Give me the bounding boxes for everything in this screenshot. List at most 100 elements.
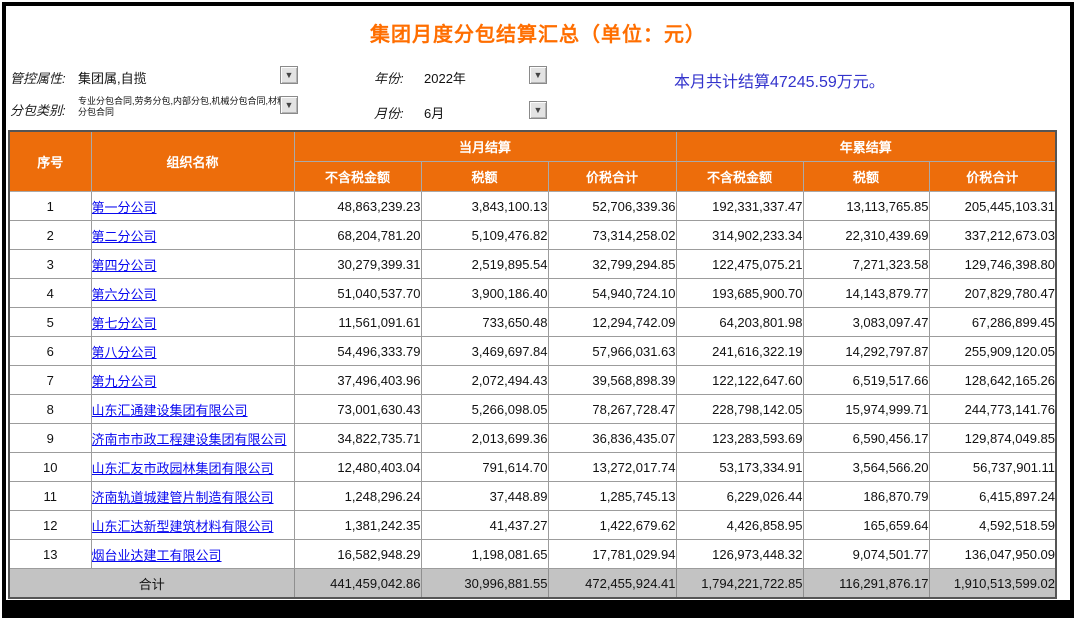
page-content: 集团月度分包结算汇总（单位：元） 管控属性: 集团属,自揽 ▼ 年份: 2022…	[6, 6, 1070, 600]
row-seq: 9	[9, 424, 91, 453]
org-link[interactable]: 山东汇通建设集团有限公司	[92, 403, 248, 418]
org-link[interactable]: 第七分公司	[92, 316, 157, 331]
header-year-total: 价税合计	[929, 162, 1056, 192]
org-link[interactable]: 烟台业达建工有限公司	[92, 548, 222, 563]
year-tax-cell: 3,083,097.47	[803, 308, 929, 337]
subcontract-type-dropdown[interactable]: ▼	[280, 96, 298, 114]
month-total-cell: 36,836,435.07	[548, 424, 676, 453]
header-month-excl-tax: 不含税金额	[294, 162, 421, 192]
year-tax-cell: 6,590,456.17	[803, 424, 929, 453]
year-tax-cell: 14,143,879.77	[803, 279, 929, 308]
header-seq: 序号	[9, 131, 91, 192]
month-total-cell: 39,568,898.39	[548, 366, 676, 395]
month-total-cell: 54,940,724.10	[548, 279, 676, 308]
row-seq: 2	[9, 221, 91, 250]
year-tax-cell: 6,519,517.66	[803, 366, 929, 395]
org-cell: 山东汇通建设集团有限公司	[91, 395, 294, 424]
month-excl-tax-cell: 34,822,735.71	[294, 424, 421, 453]
total-row: 合计 441,459,042.86 30,996,881.55 472,455,…	[9, 569, 1056, 599]
year-excl-tax-cell: 64,203,801.98	[676, 308, 803, 337]
month-label: 月份:	[374, 103, 404, 122]
year-tax-cell: 22,310,439.69	[803, 221, 929, 250]
table-row: 2 第二分公司 68,204,781.20 5,109,476.82 73,31…	[9, 221, 1056, 250]
year-excl-tax-cell: 122,475,075.21	[676, 250, 803, 279]
table-row: 8 山东汇通建设集团有限公司 73,001,630.43 5,266,098.0…	[9, 395, 1056, 424]
month-tax-cell: 3,843,100.13	[421, 192, 548, 221]
header-month-total: 价税合计	[548, 162, 676, 192]
org-link[interactable]: 山东汇达新型建筑材料有限公司	[92, 519, 274, 534]
month-tax-cell: 2,519,895.54	[421, 250, 548, 279]
total-year-tax: 116,291,876.17	[803, 569, 929, 599]
month-tax-cell: 2,072,494.43	[421, 366, 548, 395]
subcontract-type-value: 专业分包合同,劳务分包,内部分包,机械分包合同,材料分包合同	[78, 96, 286, 118]
year-total-cell: 56,737,901.11	[929, 453, 1056, 482]
table-row: 13 烟台业达建工有限公司 16,582,948.29 1,198,081.65…	[9, 540, 1056, 569]
total-month-tax: 30,996,881.55	[421, 569, 548, 599]
org-cell: 第一分公司	[91, 192, 294, 221]
row-seq: 3	[9, 250, 91, 279]
org-link[interactable]: 第一分公司	[92, 200, 157, 215]
header-year-excl-tax: 不含税金额	[676, 162, 803, 192]
month-excl-tax-cell: 1,248,296.24	[294, 482, 421, 511]
org-link[interactable]: 第八分公司	[92, 345, 157, 360]
month-total-cell: 73,314,258.02	[548, 221, 676, 250]
row-seq: 13	[9, 540, 91, 569]
month-dropdown[interactable]: ▼	[529, 101, 547, 119]
month-excl-tax-cell: 54,496,333.79	[294, 337, 421, 366]
org-link[interactable]: 济南轨道城建管片制造有限公司	[92, 490, 274, 505]
year-total-cell: 205,445,103.31	[929, 192, 1056, 221]
org-link[interactable]: 山东汇友市政园林集团有限公司	[92, 461, 274, 476]
month-total-cell: 57,966,031.63	[548, 337, 676, 366]
control-attr-value: 集团属,自揽	[78, 68, 147, 87]
header-month-tax: 税额	[421, 162, 548, 192]
total-label: 合计	[9, 569, 294, 599]
header-org: 组织名称	[91, 131, 294, 192]
month-excl-tax-cell: 48,863,239.23	[294, 192, 421, 221]
table-row: 7 第九分公司 37,496,403.96 2,072,494.43 39,56…	[9, 366, 1056, 395]
row-seq: 7	[9, 366, 91, 395]
year-tax-cell: 186,870.79	[803, 482, 929, 511]
page-frame: 集团月度分包结算汇总（单位：元） 管控属性: 集团属,自揽 ▼ 年份: 2022…	[2, 2, 1074, 618]
org-link[interactable]: 第六分公司	[92, 287, 157, 302]
control-attr-label: 管控属性:	[10, 68, 66, 87]
table-row: 11 济南轨道城建管片制造有限公司 1,248,296.24 37,448.89…	[9, 482, 1056, 511]
org-link[interactable]: 第二分公司	[92, 229, 157, 244]
year-excl-tax-cell: 314,902,233.34	[676, 221, 803, 250]
month-total-cell: 13,272,017.74	[548, 453, 676, 482]
year-total-cell: 128,642,165.26	[929, 366, 1056, 395]
month-total-cell: 1,285,745.13	[548, 482, 676, 511]
row-seq: 5	[9, 308, 91, 337]
year-dropdown[interactable]: ▼	[529, 66, 547, 84]
month-tax-cell: 37,448.89	[421, 482, 548, 511]
year-total-cell: 207,829,780.47	[929, 279, 1056, 308]
year-excl-tax-cell: 123,283,593.69	[676, 424, 803, 453]
chevron-down-icon: ▼	[534, 70, 543, 80]
year-total-cell: 129,874,049.85	[929, 424, 1056, 453]
settlement-table: 序号 组织名称 当月结算 年累结算 不含税金额 税额 价税合计 不含税金额 税额…	[8, 130, 1057, 599]
org-link[interactable]: 第四分公司	[92, 258, 157, 273]
org-cell: 第九分公司	[91, 366, 294, 395]
total-month-excl-tax: 441,459,042.86	[294, 569, 421, 599]
table-row: 9 济南市市政工程建设集团有限公司 34,822,735.71 2,013,69…	[9, 424, 1056, 453]
month-excl-tax-cell: 11,561,091.61	[294, 308, 421, 337]
org-cell: 第八分公司	[91, 337, 294, 366]
control-attr-dropdown[interactable]: ▼	[280, 66, 298, 84]
year-excl-tax-cell: 4,426,858.95	[676, 511, 803, 540]
org-cell: 烟台业达建工有限公司	[91, 540, 294, 569]
org-link[interactable]: 济南市市政工程建设集团有限公司	[92, 432, 287, 447]
chevron-down-icon: ▼	[285, 100, 294, 110]
year-tax-cell: 7,271,323.58	[803, 250, 929, 279]
org-link[interactable]: 第九分公司	[92, 374, 157, 389]
table-row: 12 山东汇达新型建筑材料有限公司 1,381,242.35 41,437.27…	[9, 511, 1056, 540]
year-total-cell: 4,592,518.59	[929, 511, 1056, 540]
month-tax-cell: 3,900,186.40	[421, 279, 548, 308]
page-title: 集团月度分包结算汇总（单位：元）	[6, 18, 1070, 47]
year-tax-cell: 165,659.64	[803, 511, 929, 540]
year-total-cell: 136,047,950.09	[929, 540, 1056, 569]
header-year-group: 年累结算	[676, 131, 1056, 162]
table-row: 5 第七分公司 11,561,091.61 733,650.48 12,294,…	[9, 308, 1056, 337]
monthly-settlement-summary: 本月共计结算47245.59万元。	[674, 68, 885, 92]
month-total-cell: 52,706,339.36	[548, 192, 676, 221]
header-year-tax: 税额	[803, 162, 929, 192]
chevron-down-icon: ▼	[534, 105, 543, 115]
